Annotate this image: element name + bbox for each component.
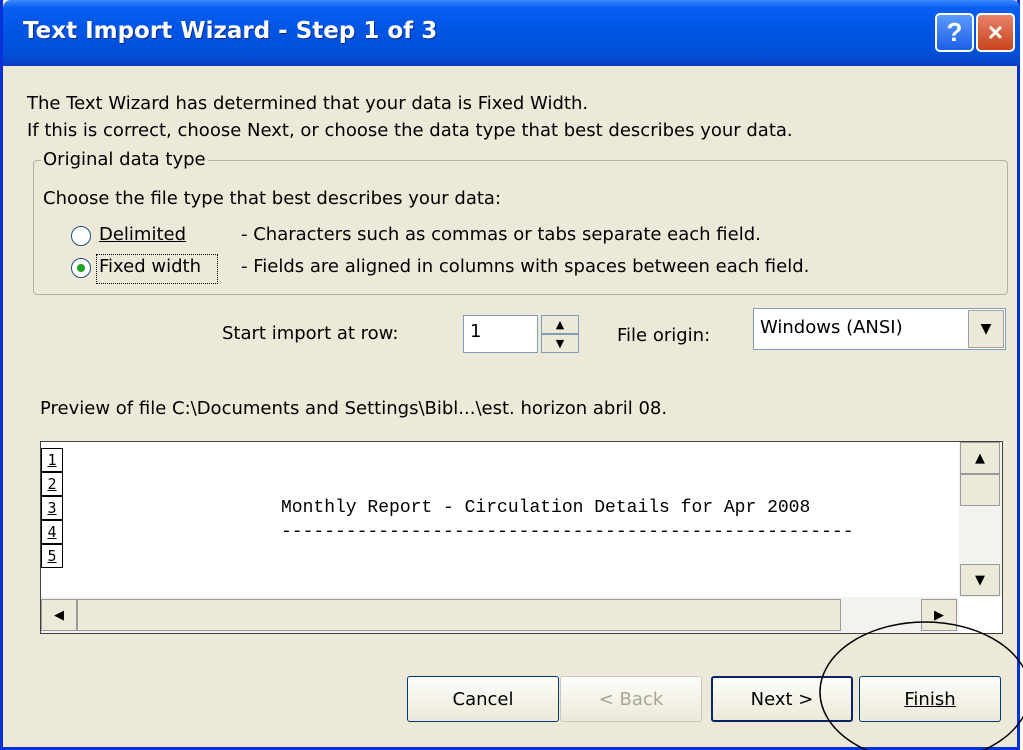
highlight-circle — [819, 621, 1023, 750]
annotation-overlay — [819, 621, 1023, 750]
